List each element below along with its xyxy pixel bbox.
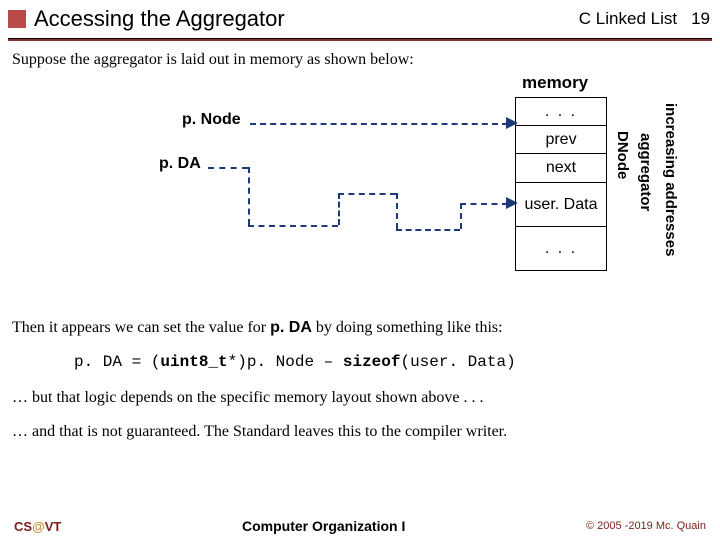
slide-footer: CS@VT Computer Organization I © 2005 -20… (0, 518, 720, 534)
pda-arrow-seg4 (338, 193, 340, 225)
memory-cell-userdata: user. Data (516, 183, 606, 227)
pda-arrow-seg6 (396, 193, 398, 229)
memory-stack: . . . prev next user. Data . . . (515, 97, 607, 271)
and-text: … and that is not guaranteed. The Standa… (12, 423, 704, 441)
footer-course: Computer Organization I (242, 518, 405, 534)
pda-arrow-seg5 (338, 193, 396, 195)
code-kw-uint8: uint8_t (160, 353, 227, 371)
slide-title: Accessing the Aggregator (34, 6, 579, 32)
footer-vt: VT (45, 519, 62, 534)
code-mid: *)p. Node – (228, 353, 343, 371)
code-line: p. DA = (uint8_t*)p. Node – sizeof(user.… (74, 353, 704, 371)
pnode-arrow-line (250, 123, 508, 125)
chapter-label: C Linked List (579, 9, 677, 29)
footer-at: @ (32, 519, 45, 534)
but-text: … but that logic depends on the specific… (12, 389, 704, 407)
pda-arrow-seg7 (396, 229, 460, 231)
memory-cell-prev: prev (516, 126, 606, 154)
code-kw-sizeof: sizeof (343, 353, 401, 371)
then-text-pda: p. DA (270, 319, 312, 336)
footer-copyright: © 2005 -2019 Mc. Quain (586, 520, 706, 532)
pda-arrow-seg2 (248, 167, 250, 225)
footer-left: CS@VT (14, 519, 61, 534)
aggregator-brace-label: aggregator (637, 133, 654, 243)
increasing-addresses-label: increasing addresses (662, 103, 679, 293)
pda-arrow-seg1 (208, 167, 248, 169)
pda-label: p. DA (159, 155, 201, 173)
memory-figure: memory . . . prev next user. Data . . . … (12, 73, 704, 313)
memory-cell-next: next (516, 154, 606, 182)
pda-arrowhead-icon (506, 197, 518, 209)
pda-arrow-seg8 (460, 203, 462, 229)
code-tail: (user. Data) (400, 353, 515, 371)
then-text-post: by doing something like this: (312, 319, 503, 336)
memory-cell-dots-bottom: . . . (516, 227, 606, 270)
code-lhs: p. DA = ( (74, 353, 160, 371)
page-number: 19 (691, 9, 710, 29)
memory-heading: memory (522, 73, 588, 93)
intro-text: Suppose the aggregator is laid out in me… (12, 51, 704, 69)
pda-arrow-seg3 (248, 225, 338, 227)
memory-cell-dots-top: . . . (516, 98, 606, 126)
dnode-brace-label: DNode (614, 131, 631, 191)
pnode-arrowhead-icon (506, 117, 518, 129)
pnode-label: p. Node (182, 111, 241, 129)
title-bullet-icon (8, 10, 26, 28)
slide-header: Accessing the Aggregator C Linked List 1… (0, 0, 720, 36)
then-text: Then it appears we can set the value for… (12, 319, 704, 337)
footer-cs: CS (14, 519, 32, 534)
slide-body: Suppose the aggregator is laid out in me… (0, 41, 720, 441)
pda-arrow-seg9 (460, 203, 508, 205)
then-text-pre: Then it appears we can set the value for (12, 319, 270, 336)
